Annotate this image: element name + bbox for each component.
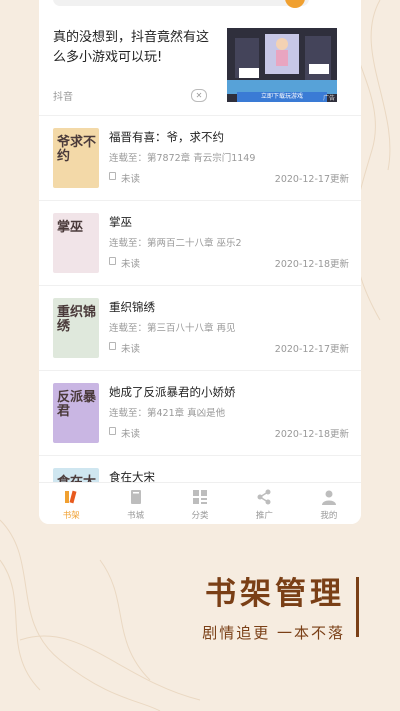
book-title: 她成了反派暴君的小娇娇 <box>109 385 236 399</box>
slogan-divider <box>356 577 359 637</box>
tab-bookshelf[interactable]: 书架 <box>39 483 103 524</box>
book-update-date: 2020-12-17更新 <box>274 174 349 185</box>
bookshelf-list: 爷求不约 福晋有喜：爷，求不约 连载至：第7872章 青云宗门1149 未读 2… <box>39 115 361 524</box>
close-icon[interactable]: ✕ <box>191 89 207 102</box>
book-cover-title: 掌巫 <box>57 220 84 235</box>
game-scene-image <box>227 28 337 102</box>
tab-label: 书架 <box>62 511 80 521</box>
user-icon <box>321 490 336 505</box>
search-bar[interactable] <box>53 0 309 6</box>
book-title: 重织锦绣 <box>109 300 155 314</box>
ad-tag: 广告 <box>322 95 335 102</box>
book-progress: 连载至：第7872章 青云宗门1149 <box>109 153 256 164</box>
book-progress: 连载至：第三百八十八章 再见 <box>109 323 236 334</box>
book-item[interactable]: 爷求不约 福晋有喜：爷，求不约 连载至：第7872章 青云宗门1149 未读 2… <box>39 115 361 200</box>
ad-image-caption: 立即下载玩游戏 <box>237 92 327 102</box>
tab-bookstore[interactable]: 书城 <box>103 483 167 524</box>
promo-slogan: 书架管理 剧情追更 一本不落 <box>202 576 359 643</box>
book-progress: 连载至：第两百二十八章 巫乐2 <box>109 238 242 249</box>
ad-image[interactable]: 立即下载玩游戏 广告 <box>227 28 337 102</box>
book-update-date: 2020-12-18更新 <box>274 259 349 270</box>
unread-icon <box>109 257 116 265</box>
book-item[interactable]: 掌巫 掌巫 连载至：第两百二十八章 巫乐2 未读 2020-12-18更新 <box>39 200 361 285</box>
unread-icon <box>109 172 116 180</box>
search-button[interactable] <box>285 0 305 8</box>
book-cover-title: 反派暴君 <box>57 390 97 419</box>
book-update-date: 2020-12-18更新 <box>274 429 349 440</box>
tab-category[interactable]: 分类 <box>168 483 232 524</box>
book-item[interactable]: 重织锦绣 重织锦绣 连载至：第三百八十八章 再见 未读 2020-12-17更新 <box>39 285 361 370</box>
slogan-title: 书架管理 <box>205 576 345 612</box>
tab-label: 分类 <box>191 511 209 521</box>
tab-label: 书城 <box>127 511 145 521</box>
book-cover-title: 重织锦绣 <box>57 305 97 334</box>
share-icon <box>257 489 271 505</box>
bookshelf-icon <box>65 490 77 504</box>
slogan-subtitle: 剧情追更 一本不落 <box>202 624 345 642</box>
book-status: 未读 <box>121 429 141 440</box>
book-cover-title: 爷求不约 <box>57 135 97 164</box>
category-icon <box>193 490 208 504</box>
book-update-date: 2020-12-17更新 <box>274 344 349 355</box>
book-cover: 爷求不约 <box>53 128 99 188</box>
tab-label: 我的 <box>320 511 338 521</box>
unread-icon <box>109 342 116 350</box>
book-item[interactable]: 反派暴君 她成了反派暴君的小娇娇 连载至：第421章 真凶是他 未读 2020-… <box>39 370 361 455</box>
book-icon <box>130 490 141 504</box>
book-cover: 重织锦绣 <box>53 298 99 358</box>
book-cover: 反派暴君 <box>53 383 99 443</box>
tab-promote[interactable]: 推广 <box>232 483 296 524</box>
ad-source: 抖音 <box>53 92 73 103</box>
book-cover: 掌巫 <box>53 213 99 273</box>
app-screen: 真的没想到，抖音竟然有这么多小游戏可以玩! 抖音 ✕ 立即下载玩游戏 广告 爷求… <box>39 0 361 524</box>
ad-banner[interactable]: 真的没想到，抖音竟然有这么多小游戏可以玩! 抖音 ✕ 立即下载玩游戏 广告 <box>39 14 361 114</box>
book-progress: 连载至：第421章 真凶是他 <box>109 408 226 419</box>
book-title: 掌巫 <box>109 215 132 229</box>
book-status: 未读 <box>121 344 141 355</box>
book-status: 未读 <box>121 174 141 185</box>
book-status: 未读 <box>121 259 141 270</box>
book-title: 福晋有喜：爷，求不约 <box>109 130 224 144</box>
bottom-tab-bar: 书架 书城 分类 推广 我的 <box>39 482 361 524</box>
ad-text: 真的没想到，抖音竟然有这么多小游戏可以玩! <box>53 30 210 65</box>
tab-mine[interactable]: 我的 <box>297 483 361 524</box>
unread-icon <box>109 427 116 435</box>
tab-label: 推广 <box>255 511 273 521</box>
